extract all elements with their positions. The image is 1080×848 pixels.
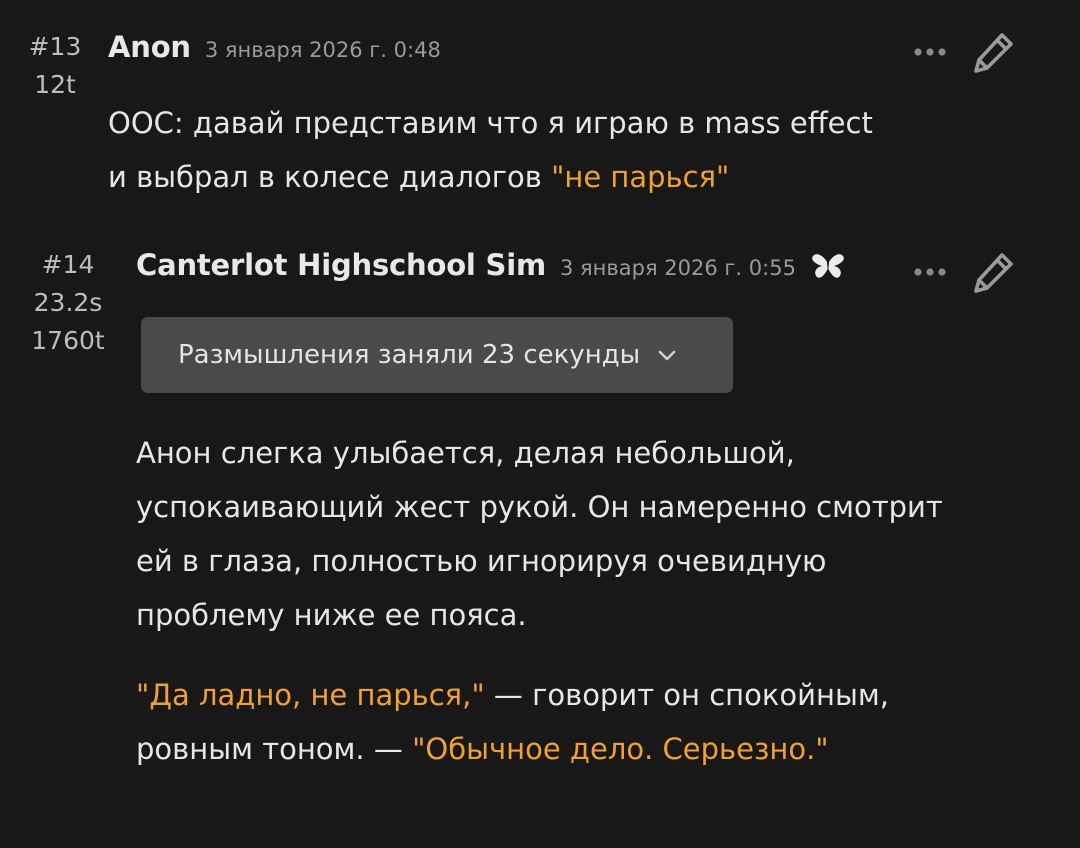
author-name: Anon <box>108 30 191 64</box>
message-line: OOC: давай представим что я играю в mass… <box>108 106 873 140</box>
token-count: 1760t <box>31 326 105 355</box>
message-paragraph: "Да ладно, не парься," — говорит он спок… <box>136 668 956 776</box>
dots-horizontal-icon[interactable] <box>910 252 950 292</box>
thinking-toggle-button[interactable]: Размышления заняли 23 секунды <box>141 317 733 393</box>
message-body: OOC: давай представим что я играю в mass… <box>108 96 968 204</box>
token-count: 12t <box>34 70 76 99</box>
message-number: #13 <box>28 32 82 61</box>
message-actions <box>910 250 1016 294</box>
message-header: Anon 3 января 2026 г. 0:48 <box>108 30 441 64</box>
thinking-label: Размышления заняли 23 секунды <box>178 340 641 370</box>
pencil-icon[interactable] <box>972 250 1016 294</box>
message-number: #14 <box>41 250 95 279</box>
author-name: Canterlot Highschool Sim <box>136 248 546 282</box>
generation-time: 23.2s <box>33 288 103 317</box>
quoted-text: "не парься" <box>551 160 730 194</box>
message-line: и выбрал в колесе диалогов "не парься" <box>108 150 968 204</box>
message-14: #14 23.2s 1760t Canterlot Highschool Sim… <box>0 232 1080 848</box>
quoted-text: "Да ладно, не парься," <box>136 678 485 712</box>
message-actions <box>910 30 1016 74</box>
message-text: и выбрал в колесе диалогов <box>108 160 552 194</box>
message-header: Canterlot Highschool Sim 3 января 2026 г… <box>136 248 846 282</box>
timestamp: 3 января 2026 г. 0:55 <box>560 256 796 280</box>
message-paragraph: Анон слегка улыбается, делая небольшой, … <box>136 436 943 632</box>
timestamp: 3 января 2026 г. 0:48 <box>204 38 441 62</box>
chevron-down-icon <box>658 350 676 361</box>
message-meta: #13 12t <box>22 28 88 104</box>
pencil-icon[interactable] <box>972 30 1016 74</box>
message-meta: #14 23.2s 1760t <box>20 246 116 360</box>
message-13: #13 12t Anon 3 января 2026 г. 0:48 OOC: … <box>0 0 1080 232</box>
butterfly-icon <box>812 254 844 278</box>
quoted-text: "Обычное дело. Серьезно." <box>412 732 829 766</box>
dots-horizontal-icon[interactable] <box>910 32 950 72</box>
